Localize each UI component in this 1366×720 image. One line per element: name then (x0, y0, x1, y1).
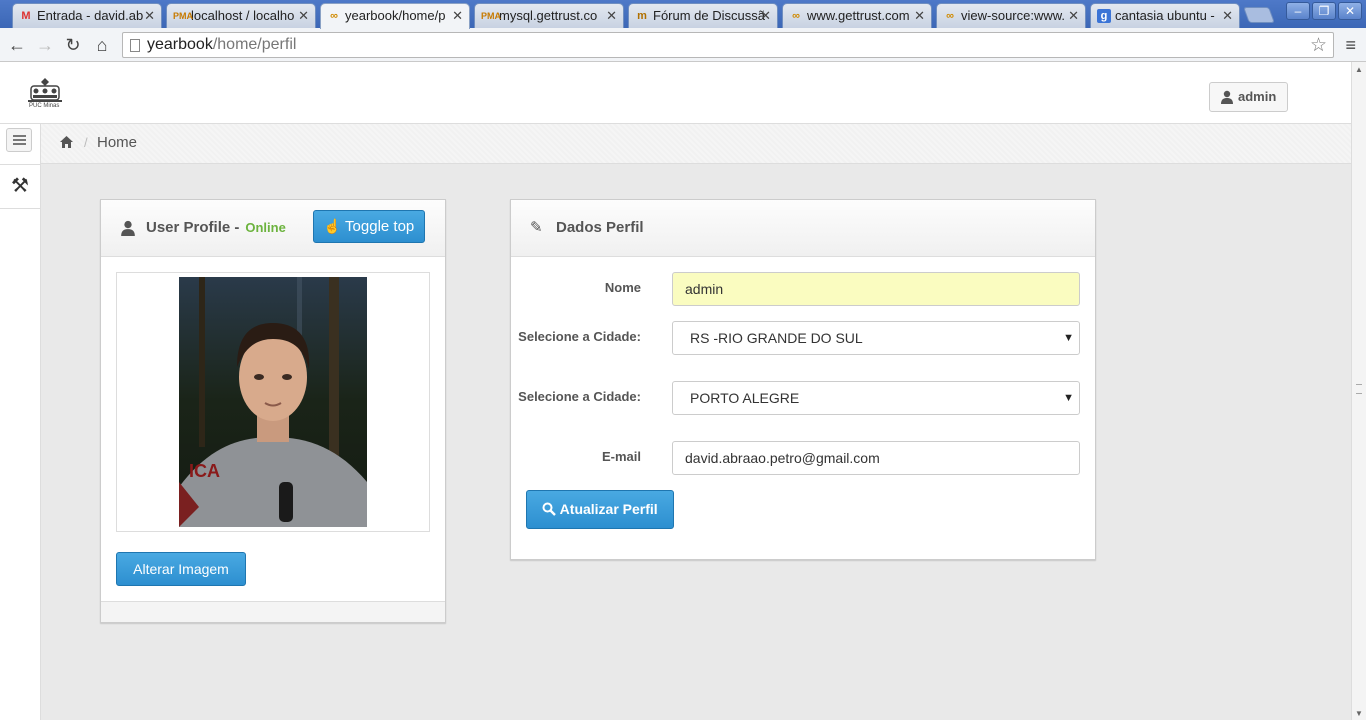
scroll-down-icon[interactable]: ▼ (1355, 709, 1363, 718)
estado-label: Selecione a Cidade: (518, 329, 641, 344)
tab-yearbook[interactable]: ∞ yearbook/home/p ✕ (320, 3, 470, 29)
google-icon: g (1097, 9, 1111, 23)
bookmark-star-icon[interactable]: ☆ (1310, 34, 1327, 57)
user-menu-button[interactable]: admin (1209, 82, 1288, 112)
puc-minas-logo[interactable]: PUC Minas (26, 76, 64, 112)
new-tab-button[interactable] (1243, 7, 1275, 23)
search-icon (542, 502, 557, 516)
gmail-icon: M (21, 10, 31, 22)
tab-forum[interactable]: m Fórum de Discussã ✕ (628, 3, 778, 28)
tab-label: localhost / localho (191, 8, 295, 23)
moodle-icon: ∞ (792, 10, 800, 22)
browser-tab-strip: M Entrada - david.ab ✕ PMA localhost / l… (0, 0, 1366, 29)
update-profile-label: Atualizar Perfil (559, 501, 658, 517)
window-close-icon[interactable]: ✕ (1338, 2, 1362, 20)
tab-label: view-source:www. (961, 8, 1066, 23)
estado-select[interactable]: RS -RIO GRANDE DO SUL ▼ (672, 321, 1080, 355)
tab-gmail[interactable]: M Entrada - david.ab ✕ (12, 3, 162, 28)
restore-icon[interactable]: ❐ (1312, 2, 1336, 20)
browser-toolbar: ← → ↻ ⌂ yearbook/home/perfil ☆ ≡ (0, 28, 1366, 62)
estado-selected-value: RS -RIO GRANDE DO SUL (690, 330, 863, 346)
user-icon (1221, 90, 1233, 104)
cidade-selected-value: PORTO ALEGRE (690, 390, 800, 406)
nome-label: Nome (604, 280, 641, 295)
phpmyadmin-icon: PMA (173, 11, 193, 21)
chevron-down-icon: ▼ (1063, 332, 1074, 344)
tab-label: www.gettrust.com (807, 8, 910, 23)
close-icon[interactable]: ✕ (298, 4, 309, 27)
vertical-scrollbar[interactable]: ▲ ▼ (1351, 62, 1366, 720)
tab-gettrust[interactable]: ∞ www.gettrust.com ✕ (782, 3, 932, 28)
scrollbar-grip[interactable] (1356, 384, 1362, 394)
user-profile-title: User Profile - Online (146, 219, 286, 236)
profile-photo: ICA (179, 277, 367, 527)
close-icon[interactable]: ✕ (144, 4, 155, 27)
tab-label: Entrada - david.ab (37, 8, 144, 23)
sidebar: ⚒ (0, 124, 41, 720)
back-icon[interactable]: ← (5, 33, 29, 57)
tab-mysql[interactable]: PMA mysql.gettrust.co ✕ (474, 3, 624, 28)
profile-data-header: ✎ Dados Perfil (511, 200, 1095, 257)
tab-label: cantasia ubuntu - (1115, 8, 1215, 23)
close-icon[interactable]: ✕ (1068, 4, 1079, 27)
online-status: Online (245, 220, 286, 235)
phpmyadmin-icon: PMA (481, 11, 501, 21)
url-text: yearbook/home/perfil (147, 36, 297, 53)
cidade-select[interactable]: PORTO ALEGRE ▼ (672, 381, 1080, 415)
user-profile-footer (101, 601, 445, 622)
breadcrumb: / Home (41, 124, 1351, 164)
breadcrumb-home[interactable]: Home (97, 134, 137, 151)
close-icon[interactable]: ✕ (452, 4, 463, 27)
forum-icon: m (637, 10, 647, 22)
tab-phpmyadmin[interactable]: PMA localhost / localho ✕ (166, 3, 316, 28)
reload-icon[interactable]: ↻ (61, 33, 85, 57)
page-icon (130, 39, 140, 52)
user-name: admin (1238, 89, 1277, 104)
logo-text: PUC Minas (29, 103, 60, 109)
hand-pointer-icon: ☝ (323, 218, 342, 234)
address-bar[interactable]: yearbook/home/perfil ☆ (122, 32, 1334, 58)
tools-icon[interactable]: ⚒ (0, 164, 40, 209)
tab-label: Fórum de Discussã (653, 8, 765, 23)
user-profile-header: User Profile - Online ☝ Toggle top (101, 200, 445, 257)
profile-data-box: ✎ Dados Perfil Nome admin Selecione a Ci… (510, 199, 1096, 560)
window-controls: – ❐ ✕ (1286, 2, 1362, 20)
profile-photo-frame: ICA (116, 272, 430, 532)
profile-data-title: Dados Perfil (556, 219, 644, 236)
sidebar-toggle-button[interactable] (6, 128, 32, 152)
chevron-down-icon: ▼ (1063, 392, 1074, 404)
user-icon (121, 220, 135, 236)
close-icon[interactable]: ✕ (914, 4, 925, 27)
tab-view-source[interactable]: ∞ view-source:www. ✕ (936, 3, 1086, 28)
update-profile-button[interactable]: Atualizar Perfil (526, 490, 674, 529)
toggle-top-label: Toggle top (345, 218, 415, 235)
toggle-top-button[interactable]: ☝ Toggle top (313, 210, 425, 243)
browser-menu-icon[interactable]: ≡ (1345, 35, 1356, 56)
tab-google[interactable]: g cantasia ubuntu - ✕ (1090, 3, 1240, 28)
email-input[interactable]: david.abraao.petro@gmail.com (672, 441, 1080, 475)
breadcrumb-separator: / (84, 135, 88, 150)
nome-input[interactable]: admin (672, 272, 1080, 306)
email-label: E-mail (601, 449, 641, 464)
moodle-icon: ∞ (330, 10, 338, 22)
tab-label: mysql.gettrust.co (499, 8, 598, 23)
pencil-icon: ✎ (530, 219, 543, 236)
site-header: PUC Minas admin (0, 62, 1351, 124)
home-icon[interactable] (60, 136, 73, 151)
change-image-button[interactable]: Alterar Imagem (116, 552, 246, 586)
scroll-up-icon[interactable]: ▲ (1355, 65, 1363, 74)
close-icon[interactable]: ✕ (760, 4, 771, 27)
cidade-label: Selecione a Cidade: (518, 389, 641, 404)
moodle-icon: ∞ (946, 10, 954, 22)
web-page: PUC Minas admin ⚒ / Home User Profile - … (0, 62, 1351, 720)
close-icon[interactable]: ✕ (1222, 4, 1233, 27)
user-profile-box: User Profile - Online ☝ Toggle top ICA A… (100, 199, 446, 623)
forward-icon[interactable]: → (33, 33, 57, 57)
svg-text:ICA: ICA (189, 461, 220, 481)
tab-label: yearbook/home/p (345, 8, 446, 23)
home-icon[interactable]: ⌂ (90, 33, 114, 57)
close-icon[interactable]: ✕ (606, 4, 617, 27)
minimize-icon[interactable]: – (1286, 2, 1310, 20)
